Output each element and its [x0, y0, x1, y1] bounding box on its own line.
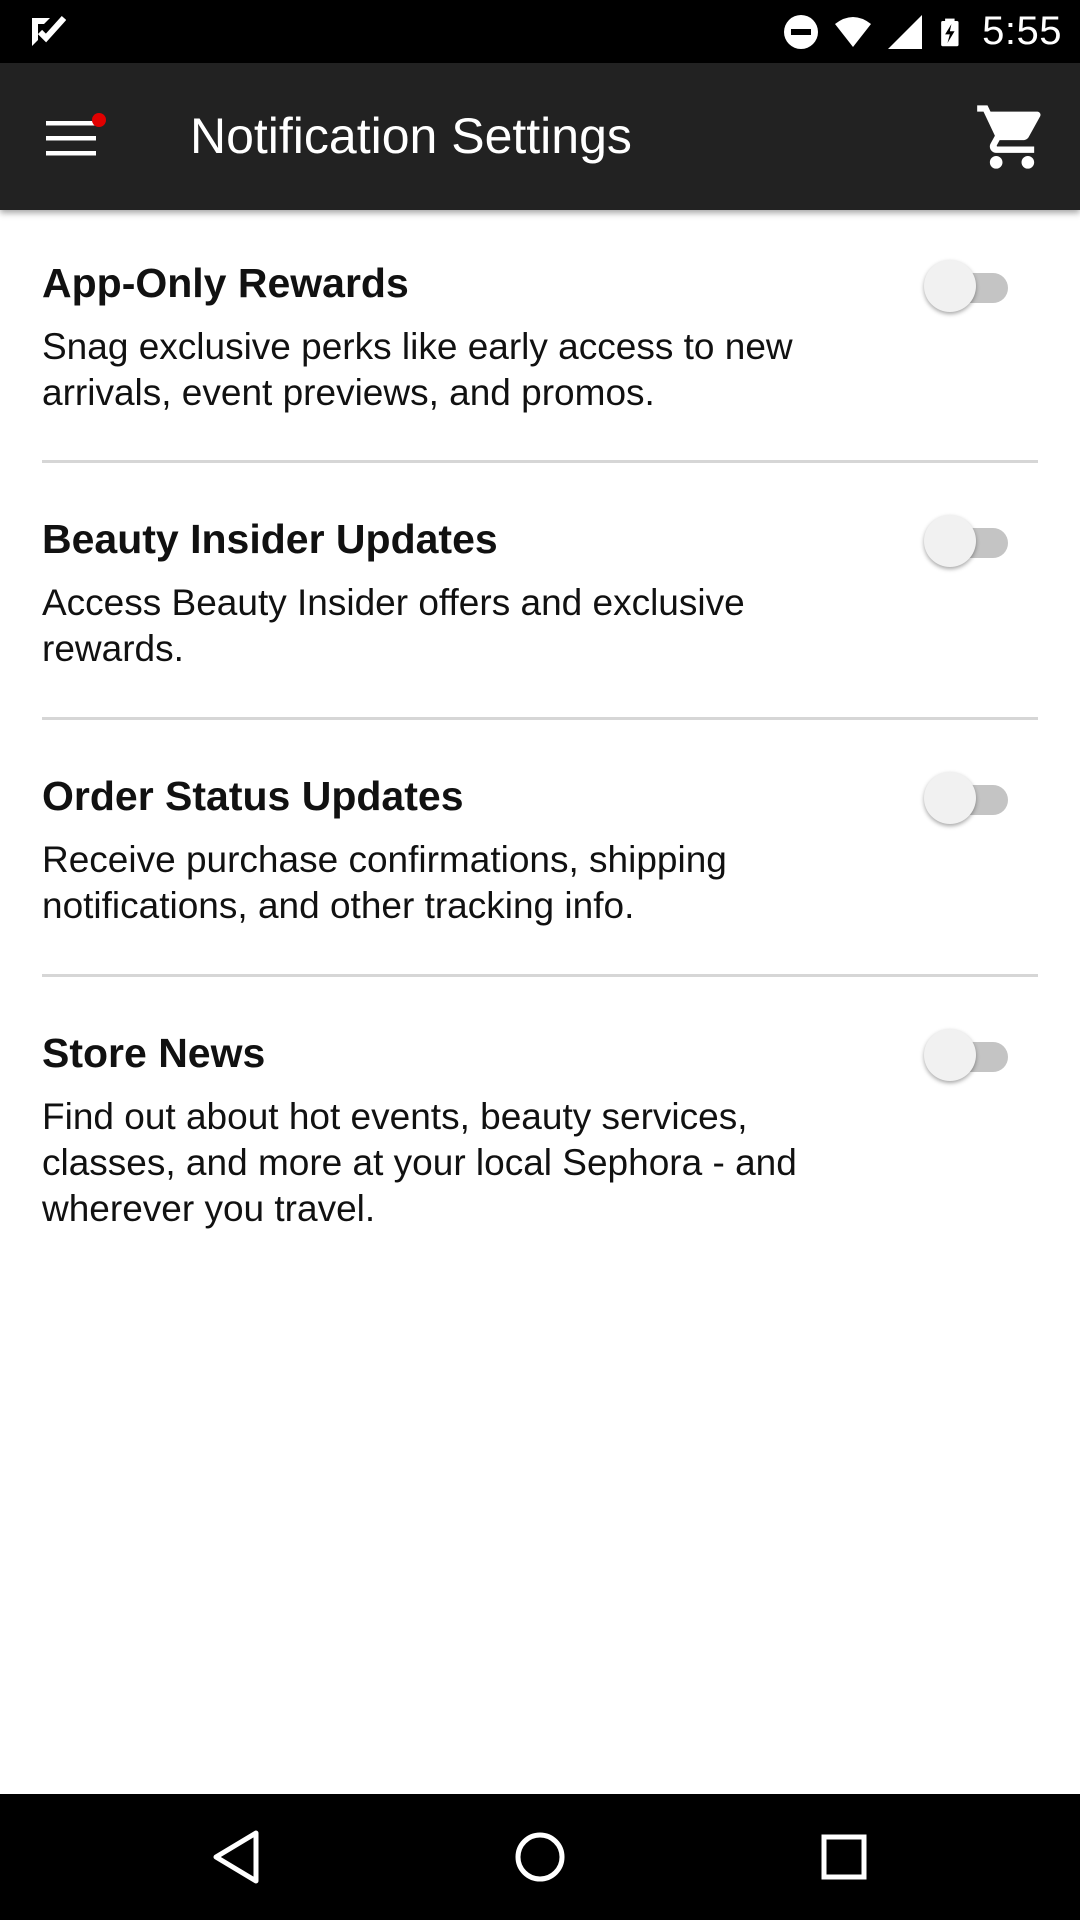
toggle-app-only-rewards[interactable] [924, 260, 1008, 312]
menu-button[interactable] [30, 101, 114, 173]
toggle-beauty-insider-updates[interactable] [924, 515, 1008, 567]
setting-order-status-updates: Order Status Updates Receive purchase co… [42, 720, 1038, 977]
back-icon[interactable] [206, 1825, 270, 1889]
setting-title: Order Status Updates [42, 773, 464, 819]
home-icon[interactable] [508, 1825, 572, 1889]
setting-title: App-Only Rewards [42, 260, 409, 306]
settings-list: App-Only Rewards Snag exclusive perks li… [0, 210, 1080, 1237]
setting-description: Access Beauty Insider offers and exclusi… [42, 582, 745, 669]
app-bar: Notification Settings [0, 63, 1080, 210]
signal-icon [888, 14, 923, 49]
setting-store-news: Store News Find out about hot events, be… [42, 977, 1038, 1237]
toggle-knob [924, 515, 976, 567]
notification-dot [92, 113, 106, 127]
toggle-knob [924, 260, 976, 312]
cart-button[interactable] [974, 99, 1050, 175]
notification-check-icon [32, 15, 66, 46]
wifi-icon [835, 16, 872, 47]
toggle-store-news[interactable] [924, 1029, 1008, 1081]
battery-charging-icon [941, 18, 959, 46]
status-icons: 5:55 [782, 0, 1062, 63]
toggle-knob [924, 1029, 976, 1081]
status-time: 5:55 [982, 9, 1062, 53]
setting-description: Receive purchase confirmations, shipping… [42, 839, 727, 926]
setting-app-only-rewards: App-Only Rewards Snag exclusive perks li… [42, 210, 1038, 463]
navigation-bar [0, 1794, 1080, 1920]
shopping-cart-icon [977, 105, 1041, 169]
hamburger-menu-icon [46, 121, 96, 156]
status-bar: 5:55 [0, 0, 1080, 63]
setting-title: Beauty Insider Updates [42, 516, 498, 562]
page-title: Notification Settings [190, 108, 632, 164]
setting-description: Snag exclusive perks like early access t… [42, 326, 793, 413]
setting-description: Find out about hot events, beauty servic… [42, 1096, 797, 1229]
recents-icon[interactable] [812, 1825, 876, 1889]
setting-title: Store News [42, 1030, 266, 1076]
do-not-disturb-icon [784, 14, 819, 49]
toggle-knob [924, 772, 976, 824]
toggle-order-status-updates[interactable] [924, 772, 1008, 824]
setting-beauty-insider-updates: Beauty Insider Updates Access Beauty Ins… [42, 463, 1038, 720]
